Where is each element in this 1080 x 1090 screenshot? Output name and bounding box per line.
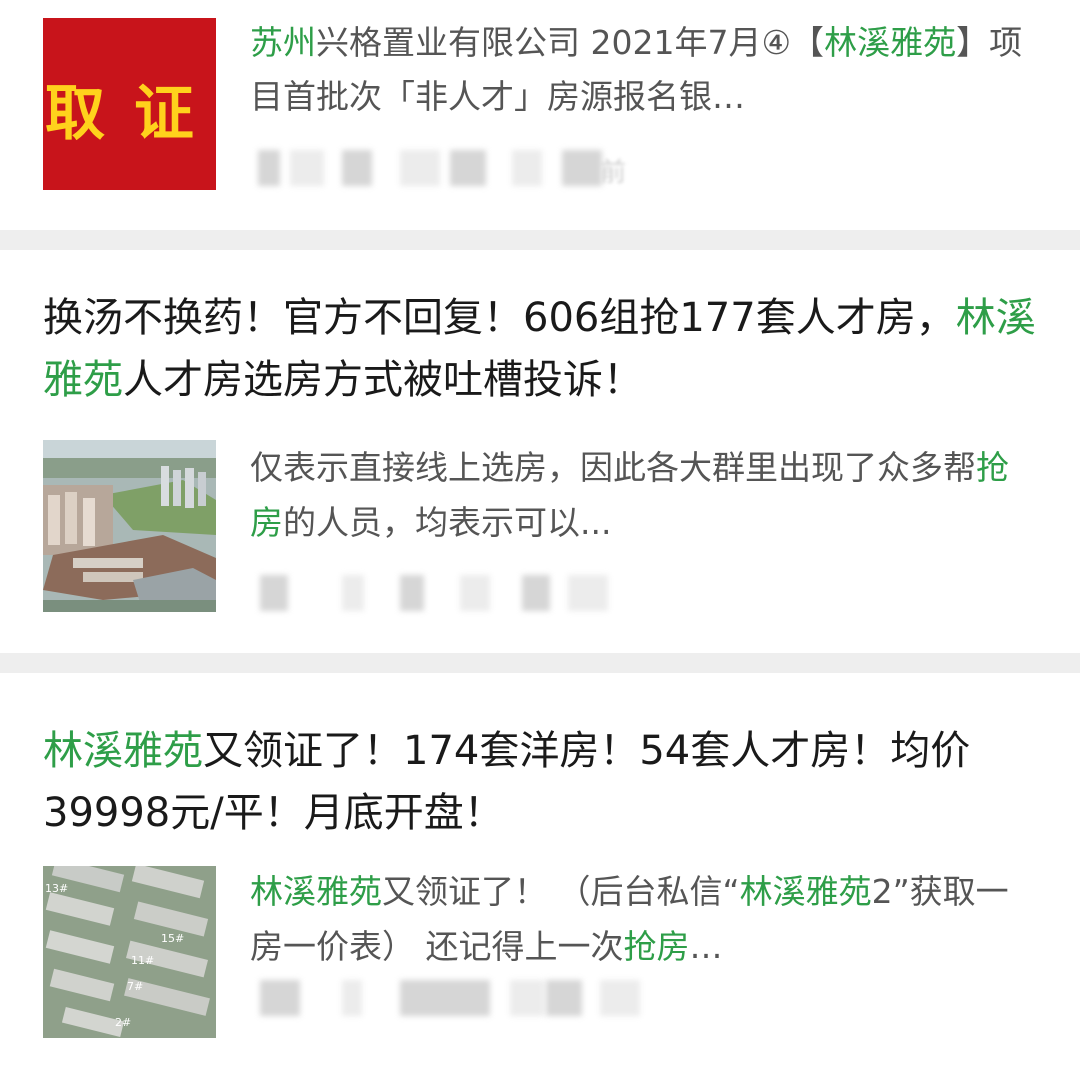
article-card-1[interactable]: 取 证 苏州兴格置业有限公司 2021年7月④【林溪雅苑】项目首批次「非人才」房…: [0, 0, 1080, 230]
title-keyword-highlight: 林溪雅苑: [43, 728, 203, 774]
title-keyword-highlight: 林溪雅苑: [824, 23, 957, 62]
site-plan-label: 2#: [115, 1016, 131, 1029]
article-meta-blurred: [250, 150, 650, 186]
site-plan-label: 7#: [127, 980, 143, 993]
article-thumbnail-site-plan: 13# 15# 11# 7# 2#: [43, 866, 216, 1038]
article-snippet: 仅表示直接线上选房，因此各大群里出现了众多帮抢房的人员，均表示可以...: [250, 440, 1040, 550]
title-text: 换汤不换药！官方不回复！606组抢177套人才房，: [43, 295, 956, 341]
article-thumbnail-certificate: 取 证: [43, 18, 216, 190]
site-plan-label: 15#: [161, 932, 184, 945]
article-meta-blurred: [250, 980, 670, 1016]
card-separator: [0, 230, 1080, 250]
article-card-2[interactable]: 换汤不换药！官方不回复！606组抢177套人才房，林溪雅苑人才房选房方式被吐槽投…: [0, 250, 1080, 653]
thumbnail-text: 取 证: [45, 79, 198, 149]
snippet-keyword-highlight: 林溪雅苑: [250, 872, 382, 911]
article-title[interactable]: 林溪雅苑又领证了！174套洋房！54套人才房！均价39998元/平！月底开盘！: [43, 720, 1043, 844]
title-keyword-highlight: 苏州: [250, 23, 316, 62]
snippet-keyword-highlight: 抢房: [623, 927, 690, 966]
article-snippet: 林溪雅苑又领证了！ （后台私信“林溪雅苑2”获取一房一价表） 还记得上一次抢房…: [250, 864, 1040, 974]
article-title[interactable]: 苏州兴格置业有限公司 2021年7月④【林溪雅苑】项目首批次「非人才」房源报名银…: [250, 16, 1040, 124]
title-text: 兴格置业有限公司 2021年7月④【: [316, 23, 825, 62]
site-plan-label: 13#: [45, 882, 68, 895]
article-thumbnail-aerial-photo: [43, 440, 216, 612]
article-card-3[interactable]: 林溪雅苑又领证了！174套洋房！54套人才房！均价39998元/平！月底开盘！ …: [0, 673, 1080, 1090]
article-meta-time-suffix: 前: [600, 158, 627, 188]
snippet-text: 的人员，均表示可以...: [283, 503, 612, 542]
title-text: 人才房选房方式被吐槽投诉！: [123, 357, 643, 403]
card-separator: [0, 653, 1080, 673]
snippet-text: 仅表示直接线上选房，因此各大群里出现了众多帮: [250, 448, 976, 487]
article-meta-blurred: [250, 575, 630, 611]
snippet-keyword-highlight: 林溪雅苑: [739, 872, 872, 911]
snippet-text: 又领证了！ （后台私信“: [382, 872, 740, 911]
article-title[interactable]: 换汤不换药！官方不回复！606组抢177套人才房，林溪雅苑人才房选房方式被吐槽投…: [43, 287, 1043, 411]
snippet-text: …: [689, 927, 723, 966]
site-plan-label: 11#: [131, 954, 154, 967]
